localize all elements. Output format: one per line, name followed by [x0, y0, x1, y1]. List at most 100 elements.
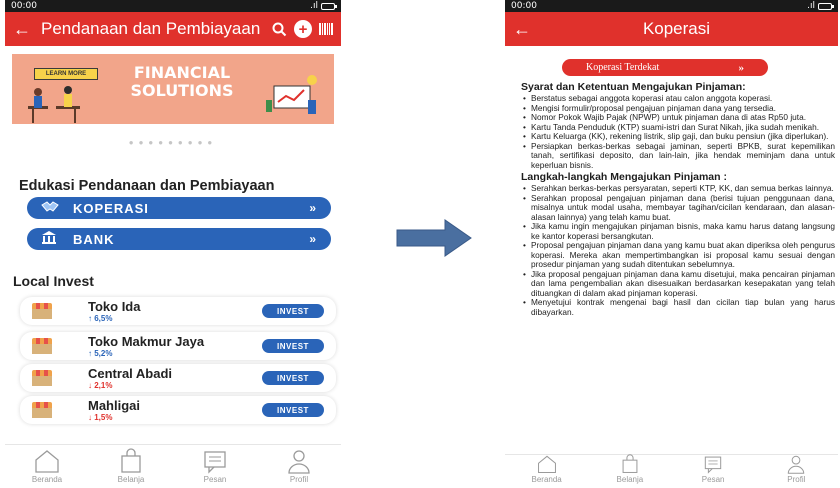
store-name: Toko Makmur Jaya — [88, 334, 205, 349]
invest-list-item[interactable]: Central Abadi ↓ 2,1% INVEST — [20, 364, 336, 392]
back-arrow-icon[interactable]: ← — [13, 20, 31, 38]
signal-battery: .ıl — [807, 1, 834, 11]
invest-list-item[interactable]: Mahligai ↓ 1,5% INVEST — [20, 396, 336, 424]
signal-icon: .ıl — [310, 1, 318, 11]
barcode-icon[interactable] — [319, 22, 333, 36]
app-bar: ← Pendanaan dan Pembiayaan + — [5, 12, 341, 46]
status-bar: 00:00 .ıl — [5, 0, 341, 12]
bank-button[interactable]: BANK » — [27, 228, 331, 250]
store-name: Toko Ida — [88, 299, 141, 314]
requirements-title: Syarat dan Ketentuan Mengajukan Pinjaman… — [521, 81, 746, 93]
flow-arrow-icon — [396, 219, 472, 257]
list-item: Proposal pengajuan pinjaman dana yang ka… — [521, 240, 835, 270]
right-phone-screen: 00:00 .ıl ← Koperasi Koperasi Terdekat »… — [505, 0, 838, 488]
banner-people-illustration — [28, 86, 80, 123]
koperasi-terdekat-button[interactable]: Koperasi Terdekat » — [562, 59, 768, 76]
tab-label: Profil — [289, 475, 309, 484]
handshake-icon — [41, 200, 61, 216]
tab-label: Profil — [787, 475, 806, 484]
invest-button[interactable]: INVEST — [262, 339, 324, 353]
message-icon — [204, 451, 226, 474]
koperasi-label: KOPERASI — [73, 200, 149, 216]
battery-icon — [818, 2, 834, 10]
nearby-label: Koperasi Terdekat — [586, 62, 660, 73]
bank-icon — [41, 231, 61, 247]
trend-up-value: ↑ 5,2% — [88, 349, 113, 358]
bottom-tab-bar: Beranda Belanja Pesan Profil — [5, 444, 341, 488]
shopping-bag-icon — [622, 454, 638, 473]
invest-list-item[interactable]: Toko Makmur Jaya ↑ 5,2% INVEST — [20, 332, 336, 360]
list-item: Jika proposal pengajuan pinjaman dana ka… — [521, 269, 835, 299]
koperasi-info: Syarat dan Ketentuan Mengajukan Pinjaman… — [521, 80, 835, 317]
carousel-dots[interactable]: ●●●●●●●●● — [5, 138, 341, 147]
tab-label: Beranda — [31, 475, 63, 484]
tab-beranda[interactable]: Beranda — [517, 454, 577, 484]
app-bar-actions: + — [272, 20, 333, 38]
page-title: Koperasi — [642, 19, 711, 38]
list-item: Jika kamu ingin mengajukan pinjaman bisn… — [521, 221, 835, 241]
banner-title: FINANCIAL SOLUTIONS — [130, 63, 234, 100]
home-icon — [35, 450, 59, 473]
battery-icon — [321, 2, 337, 10]
list-item: Serahkan proposal pengajuan pinjaman dan… — [521, 193, 835, 223]
promo-banner[interactable]: LEARN MORE FINANCIAL SOLUTIONS — [12, 54, 334, 124]
tab-belanja[interactable]: Belanja — [600, 454, 660, 484]
store-icon — [32, 370, 52, 386]
search-icon[interactable] — [272, 22, 287, 37]
chevron-double-right-icon: » — [738, 61, 745, 74]
tab-pesan[interactable]: Pesan — [185, 448, 245, 484]
tab-belanja[interactable]: Belanja — [101, 448, 161, 484]
message-icon — [704, 456, 722, 474]
invest-button[interactable]: INVEST — [262, 371, 324, 385]
list-item: Persiapkan berkas-berkas sebagai jaminan… — [521, 141, 835, 171]
tab-label: Pesan — [203, 475, 227, 484]
store-icon — [32, 338, 52, 354]
tab-label: Belanja — [616, 475, 644, 484]
profile-icon — [788, 455, 805, 474]
chevron-double-right-icon: » — [309, 232, 317, 246]
app-bar: ← Koperasi — [505, 12, 838, 46]
tab-label: Pesan — [701, 475, 725, 484]
left-phone-screen: 00:00 .ıl ← Pendanaan dan Pembiayaan + L… — [5, 0, 341, 488]
list-item: Menyetujui kontrak mengenai bagi hasil d… — [521, 297, 835, 317]
signal-icon: .ıl — [807, 1, 815, 11]
store-icon — [32, 402, 52, 418]
chevron-double-right-icon: » — [309, 201, 317, 215]
tab-profil[interactable]: Profil — [766, 454, 826, 484]
local-invest-title: Local Invest — [13, 273, 94, 289]
store-icon — [32, 303, 52, 319]
page-title: Pendanaan dan Pembiayaan — [41, 19, 261, 38]
shopping-bag-icon — [121, 448, 141, 473]
signal-battery: .ıl — [310, 1, 337, 11]
steps-title: Langkah-langkah Mengajukan Pinjaman : — [521, 171, 727, 183]
tab-label: Beranda — [531, 475, 562, 484]
requirements-list: Berstatus sebagai anggota koperasi atau … — [521, 93, 835, 171]
status-time: 00:00 — [511, 1, 537, 11]
tab-pesan[interactable]: Pesan — [683, 454, 743, 484]
bottom-tab-bar: Beranda Belanja Pesan Profil — [505, 454, 838, 488]
add-icon[interactable]: + — [294, 20, 312, 38]
invest-list-item[interactable]: Toko Ida ↑ 6,5% INVEST — [20, 297, 336, 325]
invest-button[interactable]: INVEST — [262, 403, 324, 417]
home-icon — [537, 455, 556, 473]
trend-down-value: ↓ 2,1% — [88, 381, 113, 390]
status-bar: 00:00 .ıl — [505, 0, 838, 12]
screenshot-stage: 00:00 .ıl ← Pendanaan dan Pembiayaan + L… — [0, 0, 840, 488]
trend-up-value: ↑ 6,5% — [88, 314, 113, 323]
invest-button[interactable]: INVEST — [262, 304, 324, 318]
tab-profil[interactable]: Profil — [269, 448, 329, 484]
trend-down-value: ↓ 1,5% — [88, 413, 113, 422]
profile-icon — [288, 450, 310, 474]
store-name: Central Abadi — [88, 366, 173, 381]
store-name: Mahligai — [88, 398, 141, 413]
back-arrow-icon[interactable]: ← — [513, 20, 531, 38]
tab-label: Belanja — [117, 475, 145, 484]
bank-label: BANK — [73, 231, 115, 247]
learn-more-button[interactable]: LEARN MORE — [34, 68, 98, 80]
koperasi-button[interactable]: KOPERASI » — [27, 197, 331, 219]
banner-chart-illustration — [266, 75, 317, 114]
status-time: 00:00 — [11, 1, 37, 11]
tab-beranda[interactable]: Beranda — [17, 448, 77, 484]
steps-list: Serahkan berkas-berkas persyaratan, sepe… — [521, 183, 835, 317]
edu-section-title: Edukasi Pendanaan dan Pembiayaan — [19, 178, 275, 194]
